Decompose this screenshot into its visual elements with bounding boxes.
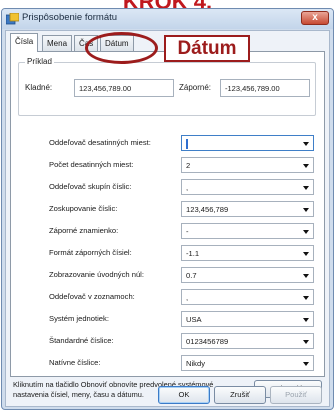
standard-digits-select[interactable]: 0123456789 xyxy=(181,333,314,349)
leading-zeros-select[interactable]: 0.7 xyxy=(181,267,314,283)
title-bar[interactable]: Prispôsobenie formátu x xyxy=(2,9,333,29)
decimal-symbol-label: Oddeľovač desatinných miest: xyxy=(49,138,151,147)
apply-button[interactable]: Použiť xyxy=(270,386,322,404)
positive-example: 123,456,789.00 xyxy=(74,79,174,97)
negative-sign-select[interactable]: - xyxy=(181,223,314,239)
measurement-system-select[interactable]: USA xyxy=(181,311,314,327)
positive-label: Kladné: xyxy=(25,83,53,92)
format-dialog: Prispôsobenie formátu x Čísla Mena Čas D… xyxy=(1,8,334,410)
list-separator-select[interactable]: , xyxy=(181,289,314,305)
digit-grouping-symbol-label: Oddeľovač skupín číslic: xyxy=(49,182,132,191)
tab-cisla[interactable]: Čísla xyxy=(10,33,39,52)
example-group: Príklad Kladné: 123,456,789.00 Záporné: … xyxy=(18,57,316,116)
chevron-down-icon xyxy=(303,186,309,190)
datum-callout: Dátum xyxy=(164,35,250,62)
decimal-digits-select[interactable]: 2 xyxy=(181,157,314,173)
decimal-digits-label: Počet desatinných miest: xyxy=(49,160,134,169)
close-button[interactable]: x xyxy=(301,11,329,25)
chevron-down-icon xyxy=(303,318,309,322)
chevron-down-icon xyxy=(303,142,309,146)
dialog-client: Čísla Mena Čas Dátum Dátum Príklad Kladn… xyxy=(5,30,330,407)
standard-digits-label: Štandardné číslice: xyxy=(49,336,114,345)
measurement-system-label: Systém jednotiek: xyxy=(49,314,109,323)
example-legend: Príklad xyxy=(25,57,54,66)
negative-example: -123,456,789.00 xyxy=(220,79,310,97)
chevron-down-icon xyxy=(303,340,309,344)
list-separator-label: Oddeľovač v zoznamoch: xyxy=(49,292,135,301)
digit-grouping-label: Zoskupovanie číslic: xyxy=(49,204,118,213)
chevron-down-icon xyxy=(303,252,309,256)
chevron-down-icon xyxy=(303,164,309,168)
negative-label: Záporné: xyxy=(179,83,212,92)
tab-mena[interactable]: Mena xyxy=(42,35,73,51)
app-icon xyxy=(6,13,19,25)
native-digits-label: Natívne číslice: xyxy=(49,358,101,367)
window-title: Prispôsobenie formátu xyxy=(22,12,118,23)
chevron-down-icon xyxy=(303,296,309,300)
native-digits-select[interactable]: Nikdy xyxy=(181,355,314,371)
digit-grouping-symbol-select[interactable]: , xyxy=(181,179,314,195)
close-icon: x xyxy=(312,12,318,23)
chevron-down-icon xyxy=(303,208,309,212)
text-caret xyxy=(186,139,188,149)
numbers-panel: Príklad Kladné: 123,456,789.00 Záporné: … xyxy=(10,51,325,377)
decimal-symbol-select[interactable] xyxy=(181,135,314,151)
chevron-down-icon xyxy=(303,274,309,278)
negative-format-label: Formát záporných čísiel: xyxy=(49,248,132,257)
leading-zeros-label: Zobrazovanie úvodných núl: xyxy=(49,270,144,279)
negative-sign-label: Záporné znamienko: xyxy=(49,226,119,235)
negative-format-select[interactable]: -1.1 xyxy=(181,245,314,261)
chevron-down-icon xyxy=(303,230,309,234)
chevron-down-icon xyxy=(303,362,309,366)
highlight-ellipse xyxy=(85,32,158,64)
ok-button[interactable]: OK xyxy=(158,386,210,404)
digit-grouping-select[interactable]: 123,456,789 xyxy=(181,201,314,217)
cancel-button[interactable]: Zrušiť xyxy=(214,386,266,404)
